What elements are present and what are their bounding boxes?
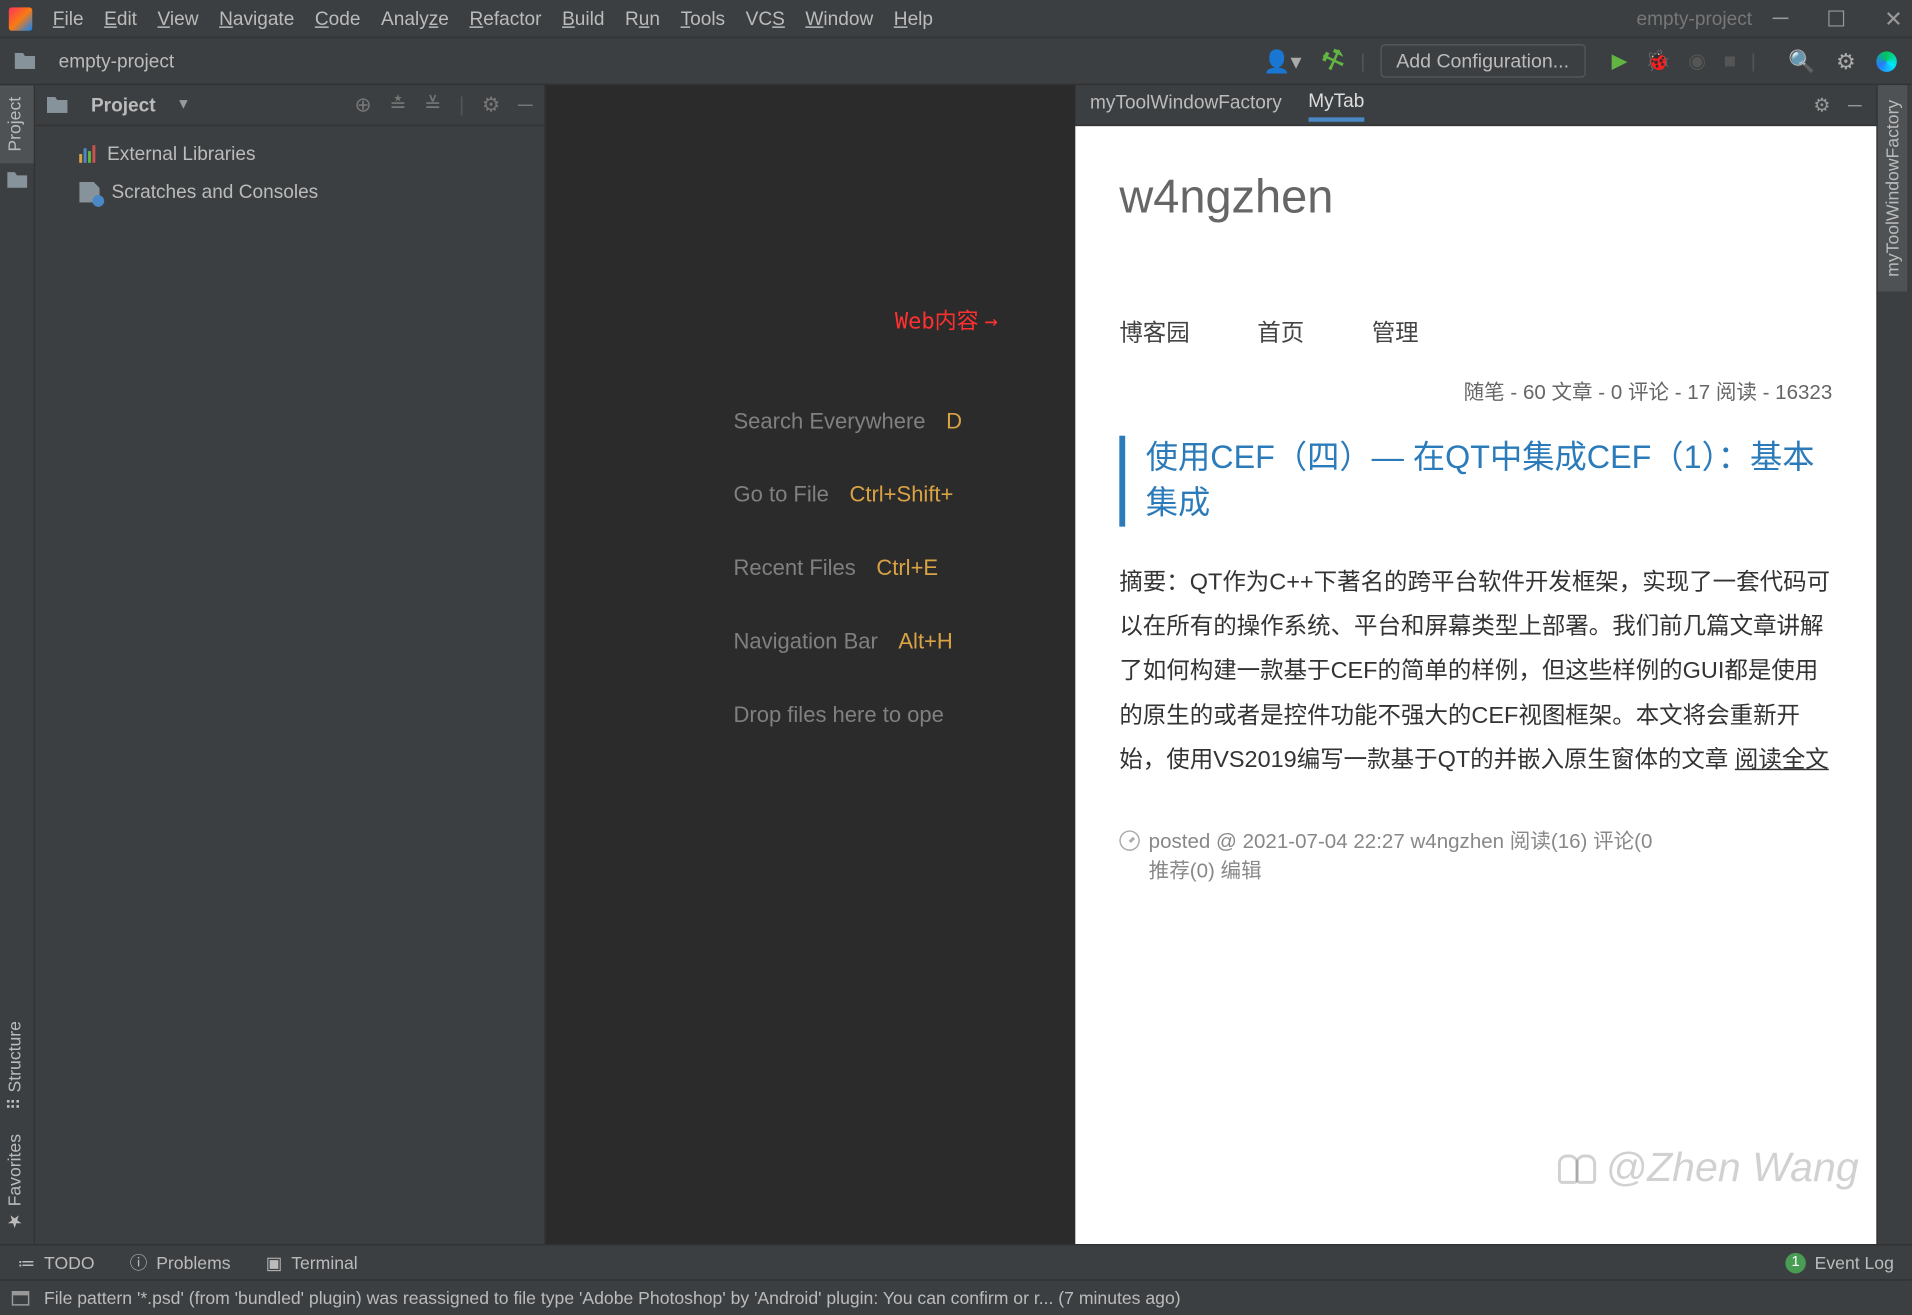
- editor-area: Web内容 Search EverywhereD Go to FileCtrl+…: [546, 85, 1076, 1244]
- gear-icon[interactable]: ⚙: [1836, 48, 1856, 74]
- menu-refactor[interactable]: Refactor: [469, 7, 541, 29]
- navigation-toolbar: empty-project 👤▾ ⚒ | Add Configuration..…: [0, 38, 1912, 85]
- web-content[interactable]: w4ngzhen 博客园 首页 管理 随笔 - 60 文章 - 0 评论 - 1…: [1075, 126, 1876, 1244]
- menu-tools[interactable]: Tools: [681, 7, 726, 29]
- hide-icon[interactable]: ─: [518, 92, 533, 117]
- menu-view[interactable]: View: [158, 7, 199, 29]
- maximize-icon[interactable]: ☐: [1826, 5, 1846, 31]
- collapse-all-icon[interactable]: ≚: [424, 92, 441, 117]
- post-title[interactable]: 使用CEF（四）— 在QT中集成CEF（1）：基本集成: [1119, 436, 1832, 526]
- status-window-icon[interactable]: [12, 1290, 30, 1305]
- folder-icon: [47, 97, 68, 113]
- menu-analyze[interactable]: Analyze: [381, 7, 449, 29]
- tab-mytab[interactable]: MyTab: [1308, 89, 1364, 121]
- menu-help[interactable]: Help: [894, 7, 933, 29]
- event-badge: 1: [1785, 1252, 1806, 1273]
- tool-todo[interactable]: ≔ TODO: [18, 1252, 95, 1273]
- stop-icon[interactable]: ■: [1724, 48, 1736, 73]
- run-icon[interactable]: ▶: [1612, 48, 1628, 73]
- project-tree: External Libraries Scratches and Console…: [35, 126, 544, 220]
- right-tab-mytoolwindowfactory[interactable]: myToolWindowFactory: [1878, 85, 1907, 291]
- status-bar: File pattern '*.psd' (from 'bundled' plu…: [0, 1279, 1912, 1314]
- tool-event-log[interactable]: 1Event Log: [1785, 1252, 1894, 1273]
- right-gutter: myToolWindowFactory: [1876, 85, 1911, 1244]
- menu-build[interactable]: Build: [562, 7, 604, 29]
- meta-line: 推荐(0) 编辑: [1149, 855, 1653, 884]
- watermark: @Zhen Wang: [1558, 1144, 1858, 1191]
- nav-admin[interactable]: 管理: [1372, 312, 1419, 347]
- menu-run[interactable]: Run: [625, 7, 660, 29]
- left-gutter: Project ⠿ Structure ★ Favorites: [0, 85, 35, 1244]
- titlebar: File Edit View Navigate Code Analyze Ref…: [0, 0, 1912, 38]
- menu-navigate[interactable]: Navigate: [219, 7, 294, 29]
- breadcrumb[interactable]: empty-project: [59, 50, 175, 72]
- hint-gotofile: Go to FileCtrl+Shift+: [734, 483, 954, 508]
- clock-icon: [1119, 830, 1140, 851]
- project-view-title[interactable]: Project: [91, 94, 156, 116]
- meta-line: posted @ 2021-07-04 22:27 w4ngzhen 阅读(16…: [1149, 825, 1653, 854]
- zhihu-icon: [1558, 1149, 1596, 1187]
- project-tab[interactable]: Project: [0, 85, 34, 163]
- status-message: File pattern '*.psd' (from 'bundled' plu…: [44, 1287, 1181, 1308]
- chevron-down-icon[interactable]: ▼: [176, 97, 191, 113]
- debug-icon[interactable]: 🐞: [1645, 48, 1671, 73]
- run-config-dropdown[interactable]: Add Configuration...: [1380, 44, 1585, 78]
- intellij-logo-icon: [9, 7, 32, 30]
- tool-problems[interactable]: ⓘ Problems: [130, 1250, 231, 1275]
- right-tool-window: myToolWindowFactory MyTab ⚙ ─ w4ngzhen 博…: [1075, 85, 1876, 1244]
- hint-dropfiles: Drop files here to ope: [734, 703, 944, 728]
- nav-home[interactable]: 首页: [1257, 312, 1304, 347]
- annotation-label: Web内容: [895, 305, 998, 336]
- coverage-icon[interactable]: ◉: [1688, 48, 1706, 73]
- scratches-icon: [79, 182, 100, 203]
- menu-edit[interactable]: Edit: [104, 7, 137, 29]
- folder-icon: [15, 53, 36, 69]
- main-menu: File Edit View Navigate Code Analyze Ref…: [53, 7, 1616, 29]
- build-icon[interactable]: ⚒: [1318, 42, 1351, 79]
- gear-icon[interactable]: ⚙: [1813, 93, 1830, 116]
- project-label: empty-project: [1637, 7, 1753, 29]
- project-tool-window: Project ▼ ⊕ ≛ ≚ | ⚙ ─ External Libraries: [35, 85, 546, 1244]
- close-icon[interactable]: ✕: [1884, 5, 1902, 31]
- blog-title: w4ngzhen: [1119, 170, 1832, 224]
- blog-nav: 博客园 首页 管理: [1119, 312, 1832, 347]
- structure-tab[interactable]: ⠿ Structure: [0, 1010, 34, 1123]
- tree-item-scratches[interactable]: Scratches and Consoles: [50, 173, 530, 211]
- menu-vcs[interactable]: VCS: [746, 7, 785, 29]
- search-icon[interactable]: 🔍: [1788, 48, 1815, 74]
- menu-code[interactable]: Code: [315, 7, 361, 29]
- hide-icon[interactable]: ─: [1848, 93, 1862, 116]
- tree-item-label: Scratches and Consoles: [111, 173, 318, 211]
- tool-terminal[interactable]: ▣ Terminal: [266, 1252, 358, 1273]
- gear-icon[interactable]: ⚙: [482, 92, 500, 117]
- menu-file[interactable]: File: [53, 7, 84, 29]
- favorites-tab[interactable]: ★ Favorites: [0, 1123, 34, 1244]
- hint-search: Search EverywhereD: [734, 409, 962, 434]
- tree-item-external-libraries[interactable]: External Libraries: [50, 135, 530, 173]
- post-body: 摘要：QT作为C++下著名的跨平台软件开发框架，实现了一套代码可以在所有的操作系…: [1119, 561, 1832, 784]
- hint-navbar: Navigation BarAlt+H: [734, 629, 953, 654]
- bottom-tool-bar: ≔ TODO ⓘ Problems ▣ Terminal 1Event Log: [0, 1244, 1912, 1279]
- folder-icon[interactable]: [7, 172, 28, 188]
- library-icon: [79, 145, 95, 163]
- tree-item-label: External Libraries: [107, 135, 255, 173]
- post-meta: posted @ 2021-07-04 22:27 w4ngzhen 阅读(16…: [1119, 825, 1832, 884]
- read-more-link[interactable]: 阅读全文: [1735, 748, 1829, 773]
- nav-cnblogs[interactable]: 博客园: [1119, 312, 1189, 347]
- tab-mytoolwindowfactory[interactable]: myToolWindowFactory: [1090, 91, 1282, 119]
- menu-window[interactable]: Window: [805, 7, 873, 29]
- minimize-icon[interactable]: ─: [1773, 5, 1789, 31]
- blog-stats: 随笔 - 60 文章 - 0 评论 - 17 阅读 - 16323: [1119, 377, 1832, 406]
- expand-all-icon[interactable]: ≛: [389, 92, 406, 117]
- target-icon[interactable]: ⊕: [355, 92, 372, 117]
- hint-recent: Recent FilesCtrl+E: [734, 556, 939, 581]
- account-icon[interactable]: 👤▾: [1263, 48, 1301, 74]
- code-with-me-icon[interactable]: [1876, 51, 1897, 72]
